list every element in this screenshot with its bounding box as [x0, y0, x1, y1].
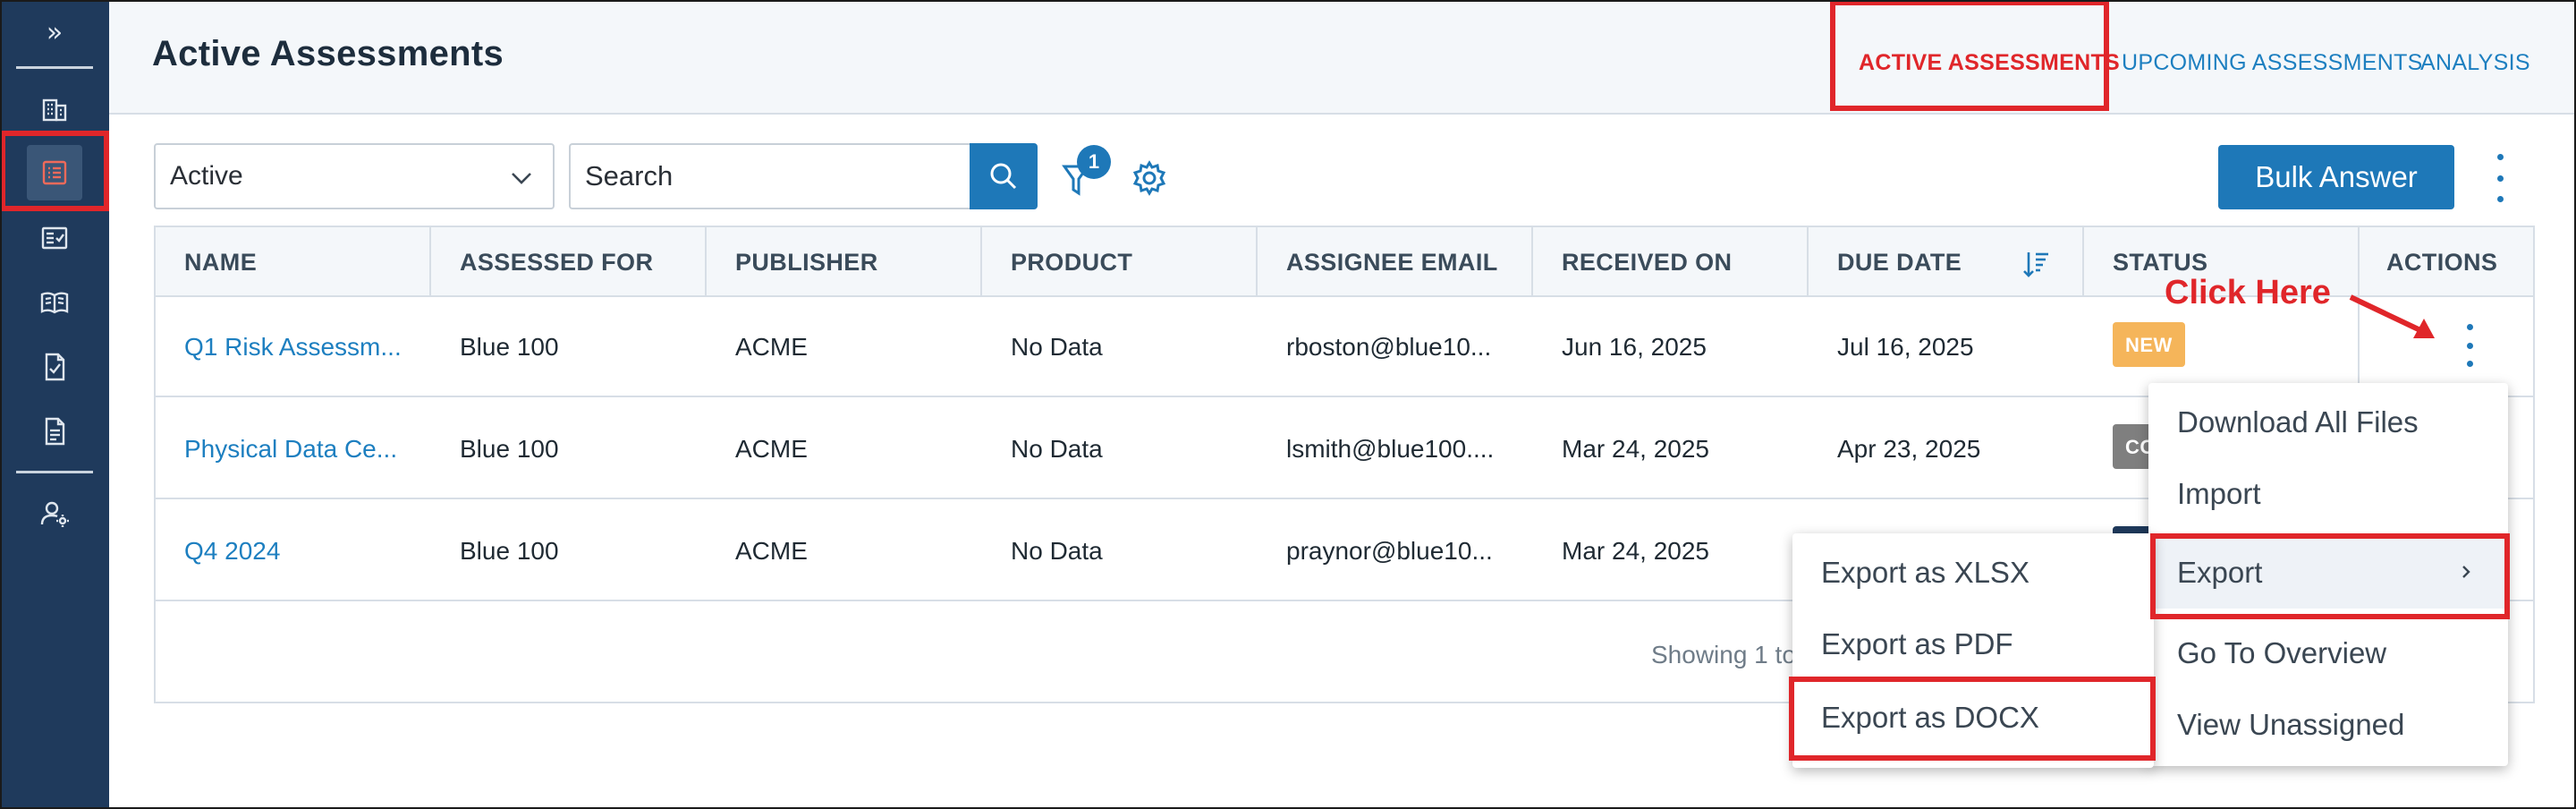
received-on-cell: Mar 24, 2025 [1562, 435, 1709, 463]
column-header-assessed-for[interactable]: ASSESSED FOR [460, 249, 653, 277]
product-cell: No Data [1011, 435, 1103, 463]
menu-item-import[interactable]: Import [2148, 458, 2508, 530]
menu-item-go-to-overview[interactable]: Go To Overview [2148, 617, 2508, 689]
page-title: Active Assessments [152, 34, 504, 73]
annotation-arrow-icon [2349, 294, 2435, 338]
assessment-name-link[interactable]: Physical Data Ce... [184, 435, 397, 464]
sidebar-item-organizations[interactable] [0, 82, 109, 136]
column-divider [980, 227, 982, 297]
building-icon [42, 98, 67, 122]
tab-highlight-box [1830, 0, 2109, 111]
assessed-for-cell: Blue 100 [460, 333, 559, 361]
row-actions-button[interactable] [2456, 324, 2483, 367]
product-cell: No Data [1011, 333, 1103, 361]
status-filter-value: Active [170, 161, 243, 191]
column-divider [1256, 227, 1258, 297]
received-on-cell: Jun 16, 2025 [1562, 333, 1707, 361]
click-here-annotation: Click Here [2165, 274, 2331, 311]
column-header-status[interactable]: STATUS [2113, 249, 2207, 277]
export-docx-highlight-box [1789, 677, 2156, 761]
user-settings-icon [40, 501, 69, 527]
publisher-cell: ACME [735, 333, 808, 361]
book-icon [40, 292, 69, 314]
column-settings-button[interactable] [1131, 159, 1168, 197]
column-header-name[interactable]: NAME [184, 249, 257, 277]
expand-sidebar-button[interactable]: » [0, 5, 109, 59]
more-options-button[interactable] [2487, 154, 2513, 202]
column-header-actions: ACTIONS [2386, 249, 2498, 276]
column-header-assignee-email[interactable]: ASSIGNEE EMAIL [1286, 249, 1498, 277]
pagination-summary: Showing 1 to [1651, 641, 1796, 668]
sidebar-divider [16, 471, 93, 473]
tab-analysis[interactable]: ANALYSIS [2420, 50, 2530, 76]
checklist-icon [41, 226, 68, 250]
column-header-product[interactable]: PRODUCT [1011, 249, 1132, 277]
export-highlight-box [2150, 533, 2510, 619]
tab-upcoming-assessments[interactable]: UPCOMING ASSESSMENTS [2122, 50, 2423, 76]
document-check-icon [45, 353, 65, 381]
column-divider [2082, 227, 2084, 297]
assessed-for-cell: Blue 100 [460, 435, 559, 463]
sidebar-item-questionnaires[interactable] [0, 211, 109, 265]
search-input[interactable] [569, 143, 971, 209]
status-filter-select[interactable]: Active [154, 143, 555, 209]
sort-descending-icon[interactable] [2021, 249, 2052, 279]
column-divider [1531, 227, 1533, 297]
menu-item-export-pdf[interactable]: Export as PDF [1792, 609, 2154, 680]
due-date-cell: Apr 23, 2025 [1837, 435, 1981, 463]
column-divider [429, 227, 431, 297]
menu-item-download-all-files[interactable]: Download All Files [2148, 387, 2508, 458]
assessed-for-cell: Blue 100 [460, 537, 559, 565]
menu-item-export-xlsx[interactable]: Export as XLSX [1792, 537, 2154, 609]
search-icon [990, 163, 1017, 190]
chevron-down-icon [512, 173, 531, 184]
column-header-due-date[interactable]: DUE DATE [1837, 249, 1962, 277]
sidebar-item-user-settings[interactable] [0, 487, 109, 541]
received-on-cell: Mar 24, 2025 [1562, 537, 1709, 565]
sidebar-item-library[interactable] [0, 276, 109, 329]
status-badge: NEW [2113, 322, 2185, 367]
due-date-cell: Jul 16, 2025 [1837, 333, 1974, 361]
assessment-name-link[interactable]: Q1 Risk Assessm... [184, 333, 402, 362]
page-header: Active Assessments ACTIVE ASSESSMENTS UP… [109, 0, 2576, 115]
column-divider [705, 227, 707, 297]
assignee-email-cell: praynor@blue10... [1286, 537, 1493, 565]
sidebar: » [0, 0, 109, 809]
filter-count-badge: 1 [1077, 145, 1111, 179]
sidebar-item-reports[interactable] [0, 404, 109, 458]
gear-icon [1132, 160, 1166, 196]
product-cell: No Data [1011, 537, 1103, 565]
search-button[interactable] [970, 143, 1038, 209]
column-divider [1807, 227, 1809, 297]
assessment-name-link[interactable]: Q4 2024 [184, 537, 280, 566]
expand-icon: » [46, 16, 64, 48]
assignee-email-cell: rboston@blue10... [1286, 333, 1492, 361]
assignee-email-cell: lsmith@blue100.... [1286, 435, 1495, 463]
document-icon [45, 417, 65, 446]
publisher-cell: ACME [735, 435, 808, 463]
bulk-answer-button[interactable]: Bulk Answer [2218, 145, 2454, 209]
column-header-publisher[interactable]: PUBLISHER [735, 249, 878, 277]
sidebar-item-reviews[interactable] [0, 340, 109, 394]
menu-item-view-unassigned[interactable]: View Unassigned [2148, 689, 2508, 761]
column-header-received-on[interactable]: RECEIVED ON [1562, 249, 1732, 277]
publisher-cell: ACME [735, 537, 808, 565]
sidebar-divider [16, 66, 93, 69]
sidebar-highlight-box [0, 131, 109, 211]
